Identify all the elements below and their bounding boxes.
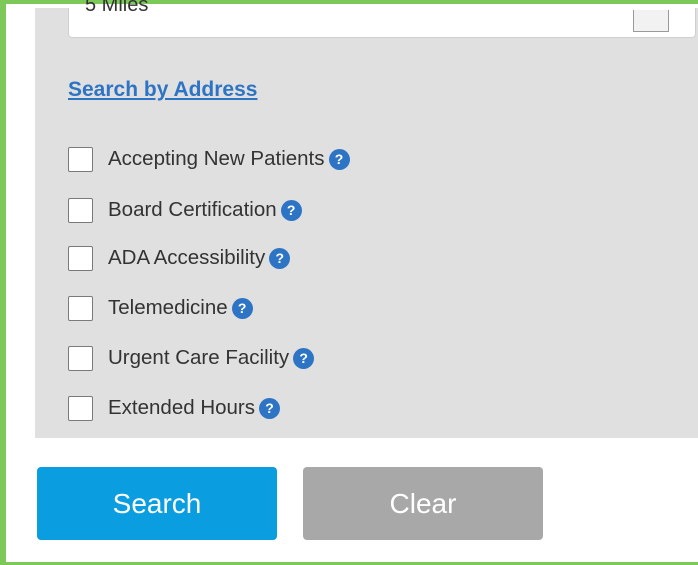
help-icon[interactable]: ?	[280, 199, 302, 221]
checkbox[interactable]	[68, 197, 93, 223]
option-label: Extended Hours	[108, 396, 256, 419]
option-label: ADA Accessibility	[108, 246, 266, 269]
clear-button[interactable]: Clear	[303, 467, 543, 540]
option-accepting-new-patients[interactable]: Accepting New Patients ?	[68, 145, 350, 173]
option-ada-accessibility[interactable]: ADA Accessibility ?	[68, 244, 291, 272]
checkbox[interactable]	[68, 295, 93, 321]
option-label: Telemedicine	[108, 296, 228, 319]
help-icon[interactable]: ?	[231, 297, 253, 319]
checkbox[interactable]	[68, 146, 93, 172]
distance-dropdown-value: 5 Miles	[85, 0, 149, 14]
option-label: Board Certification	[108, 198, 277, 221]
distance-dropdown[interactable]: 5 Miles	[68, 0, 696, 38]
search-button[interactable]: Search	[37, 467, 277, 540]
help-icon[interactable]: ?	[259, 397, 281, 419]
checkbox[interactable]	[68, 395, 93, 421]
option-extended-hours[interactable]: Extended Hours ?	[68, 394, 281, 422]
checkbox[interactable]	[68, 245, 93, 271]
option-board-certification[interactable]: Board Certification ?	[68, 196, 302, 224]
help-icon[interactable]: ?	[269, 247, 291, 269]
option-label: Urgent Care Facility	[108, 346, 290, 369]
option-urgent-care-facility[interactable]: Urgent Care Facility ?	[68, 344, 315, 372]
option-telemedicine[interactable]: Telemedicine ?	[68, 294, 253, 322]
checkbox[interactable]	[68, 345, 93, 371]
search-by-address-link[interactable]: Search by Address	[68, 78, 257, 102]
help-icon[interactable]: ?	[328, 148, 350, 170]
dropdown-toggle[interactable]	[633, 10, 669, 32]
help-icon[interactable]: ?	[293, 347, 315, 369]
option-label: Accepting New Patients	[108, 147, 325, 170]
